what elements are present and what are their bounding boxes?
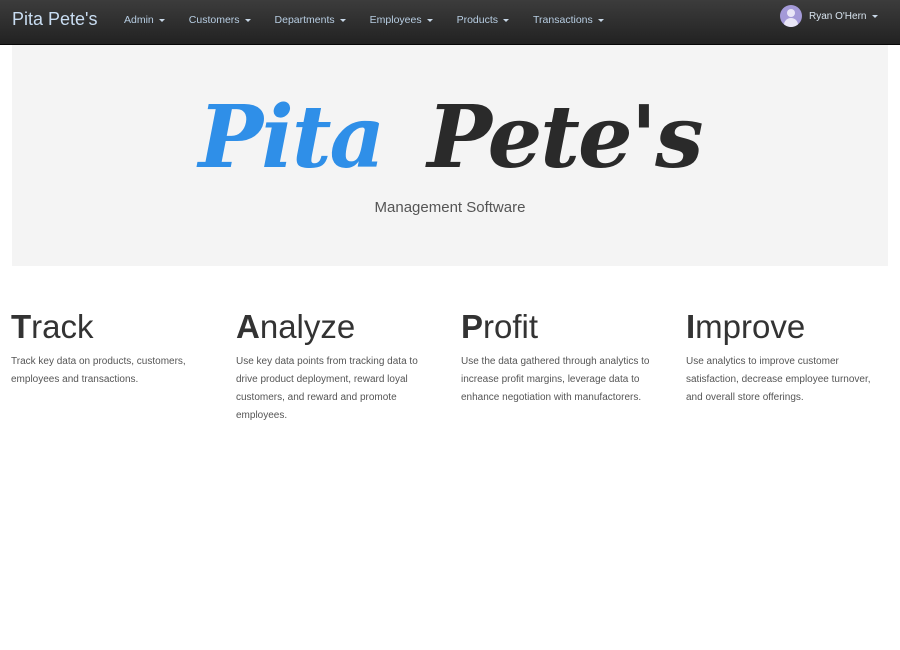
feature-heading: Improve	[686, 305, 896, 349]
user-menu-dropdown[interactable]: Ryan O'Hern	[780, 5, 878, 27]
nav-products-dropdown[interactable]: Products	[445, 0, 521, 40]
logo-word-pita: Pita	[195, 87, 383, 188]
feature-analyze: Analyze Use key data points from trackin…	[236, 305, 446, 425]
nav-departments-dropdown[interactable]: Departments	[263, 0, 358, 40]
hero-jumbotron: Pita Pete's Management Software	[12, 45, 888, 266]
feature-description: Use key data points from tracking data t…	[236, 356, 418, 421]
nav-transactions-label: Transactions	[533, 14, 593, 26]
feature-heading-rest: rofit	[483, 308, 539, 345]
nav-products-label: Products	[456, 14, 499, 26]
user-avatar-icon	[780, 5, 802, 27]
feature-improve: Improve Use analytics to improve custome…	[686, 305, 896, 407]
feature-heading: Track	[11, 305, 221, 349]
feature-track: Track Track key data on products, custom…	[11, 305, 221, 389]
nav-employees-label: Employees	[369, 14, 422, 26]
caret-down-icon	[871, 14, 878, 18]
feature-description: Use analytics to improve customer satisf…	[686, 356, 871, 403]
hero-subtitle: Management Software	[374, 199, 526, 216]
features-row: Track Track key data on products, custom…	[11, 305, 900, 445]
pita-petes-logo: Pita Pete's	[195, 87, 704, 188]
nav-transactions-dropdown[interactable]: Transactions	[521, 0, 616, 40]
top-navbar: Pita Pete's Admin Customers Departments …	[0, 0, 900, 45]
nav-customers-label: Customers	[188, 14, 240, 26]
caret-down-icon	[503, 18, 510, 22]
nav-employees-dropdown[interactable]: Employees	[358, 0, 445, 40]
nav-customers-dropdown[interactable]: Customers	[177, 0, 263, 40]
caret-down-icon	[426, 18, 433, 22]
feature-description: Use the data gathered through analytics …	[461, 356, 650, 403]
caret-down-icon	[158, 18, 165, 22]
nav-departments-label: Departments	[274, 14, 335, 26]
caret-down-icon	[339, 18, 346, 22]
feature-profit: Profit Use the data gathered through ana…	[461, 305, 671, 407]
brand-link[interactable]: Pita Pete's	[12, 9, 97, 30]
caret-down-icon	[244, 18, 251, 22]
feature-initial: A	[236, 308, 260, 345]
logo-word-petes: Pete's	[424, 87, 702, 188]
svg-text:Pita Pete's: Pita Pete's	[195, 87, 702, 188]
feature-heading: Profit	[461, 305, 671, 349]
nav-admin-dropdown[interactable]: Admin	[112, 0, 177, 40]
nav-admin-label: Admin	[124, 14, 154, 26]
user-name: Ryan O'Hern	[809, 10, 867, 22]
feature-initial: P	[461, 308, 484, 345]
nav-menu: Admin Customers Departments Employees Pr…	[112, 0, 616, 45]
feature-description: Track key data on products, customers, e…	[11, 356, 186, 385]
feature-heading-rest: nalyze	[259, 308, 356, 345]
caret-down-icon	[597, 18, 604, 22]
feature-initial: I	[686, 308, 696, 345]
feature-heading: Analyze	[236, 305, 446, 349]
feature-heading-rest: mprove	[695, 308, 806, 345]
feature-heading-rest: rack	[31, 308, 94, 345]
feature-initial: T	[11, 308, 32, 345]
